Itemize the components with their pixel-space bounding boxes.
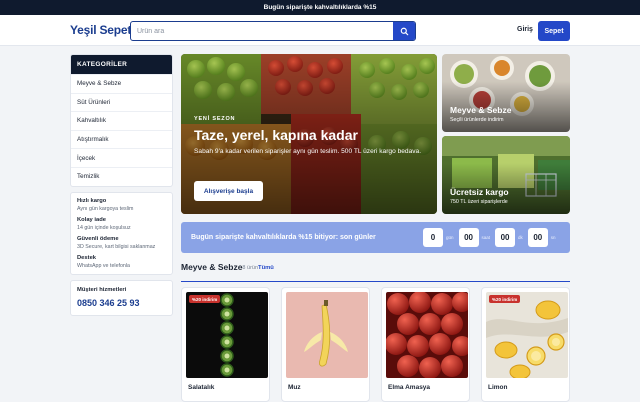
info-item: Kolay iade 14 gün içinde koşulsuz	[77, 217, 166, 231]
promo-text: Ücretsiz kargo 750 TL üzeri siparişlerde	[450, 187, 509, 205]
countdown-value: 00	[495, 228, 516, 247]
hero-title: Taze, yerel, kapına kadar	[194, 127, 358, 143]
promo-subtitle: Seçili ürünlerde indirim	[450, 117, 504, 123]
product-name: Muz	[288, 384, 301, 391]
cucumber-slices-image	[186, 292, 268, 378]
info-item: Hızlı kargo Aynı gün kargoya teslim	[77, 198, 166, 212]
hero-description: Sabah 9'a kadar verilen siparişler aynı …	[194, 148, 422, 155]
info-title: Hızlı kargo	[77, 197, 107, 204]
promo-subtitle: 750 TL üzeri siparişlerde	[450, 199, 508, 205]
support-label: Müşteri hizmetleri	[77, 286, 127, 293]
discount-badge: %20 indirim	[189, 295, 221, 303]
search-icon	[400, 27, 408, 35]
category-item-atistirmalik[interactable]: Atıştırmalık	[71, 129, 172, 149]
info-sub: Aynı gün kargoya teslim	[77, 205, 134, 212]
countdown-seconds: 00 sn	[527, 228, 556, 247]
product-image: %20 indirim	[486, 292, 568, 378]
announcement-bar: Bugün siparişte kahvaltılıklarda %15	[0, 0, 640, 15]
announcement-text: Bugün siparişte kahvaltılıklarda %15	[263, 4, 377, 11]
product-card-salatalik[interactable]: %20 indirim Salatalık	[181, 287, 270, 402]
countdown-minutes: 00 dk	[495, 228, 523, 247]
apples-image	[386, 292, 468, 378]
promo-card-free-shipping[interactable]: Ücretsiz kargo 750 TL üzeri siparişlerde	[442, 136, 570, 214]
section-header: Meyve & Sebze 8 ürün Tümü	[181, 262, 570, 282]
hero-eyebrow: YENİ SEZON	[194, 116, 236, 122]
hero-banner: YENİ SEZON Taze, yerel, kapına kadar Sab…	[181, 54, 437, 214]
section-title: Meyve & Sebze	[181, 262, 243, 272]
sidebar: KATEGORİLER Meyve & Sebze Süt Ürünleri K…	[70, 54, 173, 316]
product-image: %20 indirim	[186, 292, 268, 378]
info-title: Güvenli ödeme	[77, 235, 119, 242]
search-input[interactable]	[131, 22, 393, 40]
product-name: Elma Amasya	[388, 384, 431, 391]
product-card-limon[interactable]: %20 indirim Limon	[481, 287, 570, 402]
countdown-text: Bugün siparişte kahvaltılıklarda %15 bit…	[191, 234, 376, 241]
product-name: Limon	[488, 384, 508, 391]
countdown-hours: 00 saat	[458, 228, 491, 247]
countdown-value: 00	[458, 228, 479, 247]
hero-text: YENİ SEZON Taze, yerel, kapına kadar Sab…	[194, 116, 434, 157]
info-sub: 14 gün içinde koşulsuz	[77, 224, 131, 231]
discount-badge: %20 indirim	[489, 295, 521, 303]
login-link[interactable]: Giriş	[517, 26, 533, 33]
section-count: 8 ürün	[242, 265, 259, 271]
promo-title: Ücretsiz kargo	[450, 187, 509, 197]
shop-now-button[interactable]: Alışverişe başla	[194, 181, 263, 201]
info-title: Kolay iade	[77, 216, 106, 223]
support-phone[interactable]: 0850 346 25 93	[77, 298, 166, 308]
site-logo[interactable]: Yeşil Sepet	[70, 23, 133, 37]
product-grid: %20 indirim Salatalık Muz Elma Amasya %2…	[181, 287, 570, 402]
promo-text: Meyve & Sebze Seçili ürünlerde indirim	[450, 105, 511, 123]
countdown-label: gün	[446, 235, 454, 240]
lemons-image	[486, 292, 568, 378]
search-bar	[130, 21, 416, 41]
product-image	[386, 292, 468, 378]
info-item: Güvenli ödeme 3D Secure, kart bilgisi sa…	[77, 236, 166, 250]
info-sub: 3D Secure, kart bilgisi saklanmaz	[77, 243, 156, 250]
category-item-temizlik[interactable]: Temizlik	[71, 166, 172, 186]
cart-button[interactable]: Sepet	[538, 21, 570, 41]
support-box: Müşteri hizmetleri 0850 346 25 93	[70, 279, 173, 316]
product-card-elma-amasya[interactable]: Elma Amasya	[381, 287, 470, 402]
category-item-icecek[interactable]: İçecek	[71, 148, 172, 167]
banana-image	[286, 292, 368, 378]
site-header: Yeşil Sepet Giriş Sepet	[0, 15, 640, 46]
product-name: Salatalık	[188, 384, 215, 391]
product-card-muz[interactable]: Muz	[281, 287, 370, 402]
category-item-kahvaltilik[interactable]: Kahvaltılık	[71, 111, 172, 130]
countdown-banner: Bugün siparişte kahvaltılıklarda %15 bit…	[181, 222, 570, 253]
countdown-days: 0 gün	[423, 228, 454, 247]
search-button[interactable]	[393, 22, 415, 40]
view-all-link[interactable]: Tümü	[258, 265, 274, 271]
service-info: Hızlı kargo Aynı gün kargoya teslim Kola…	[70, 191, 173, 275]
info-sub: WhatsApp ve telefonla	[77, 262, 130, 269]
category-item-sut-urunleri[interactable]: Süt Ürünleri	[71, 92, 172, 112]
info-title: Destek	[77, 254, 97, 261]
countdown-value: 0	[423, 228, 443, 247]
promo-card-produce[interactable]: Meyve & Sebze Seçili ürünlerde indirim	[442, 54, 570, 132]
countdown-label: saat	[481, 235, 491, 240]
product-image	[286, 292, 368, 378]
info-item: Destek WhatsApp ve telefonla	[77, 255, 166, 269]
countdown-label: sn	[550, 235, 556, 240]
promo-title: Meyve & Sebze	[450, 105, 512, 115]
category-menu: KATEGORİLER Meyve & Sebze Süt Ürünleri K…	[70, 54, 173, 187]
countdown-value: 00	[527, 228, 548, 247]
category-item-meyve-sebze[interactable]: Meyve & Sebze	[71, 74, 172, 93]
category-heading: KATEGORİLER	[71, 55, 172, 74]
countdown-label: dk	[518, 235, 523, 240]
